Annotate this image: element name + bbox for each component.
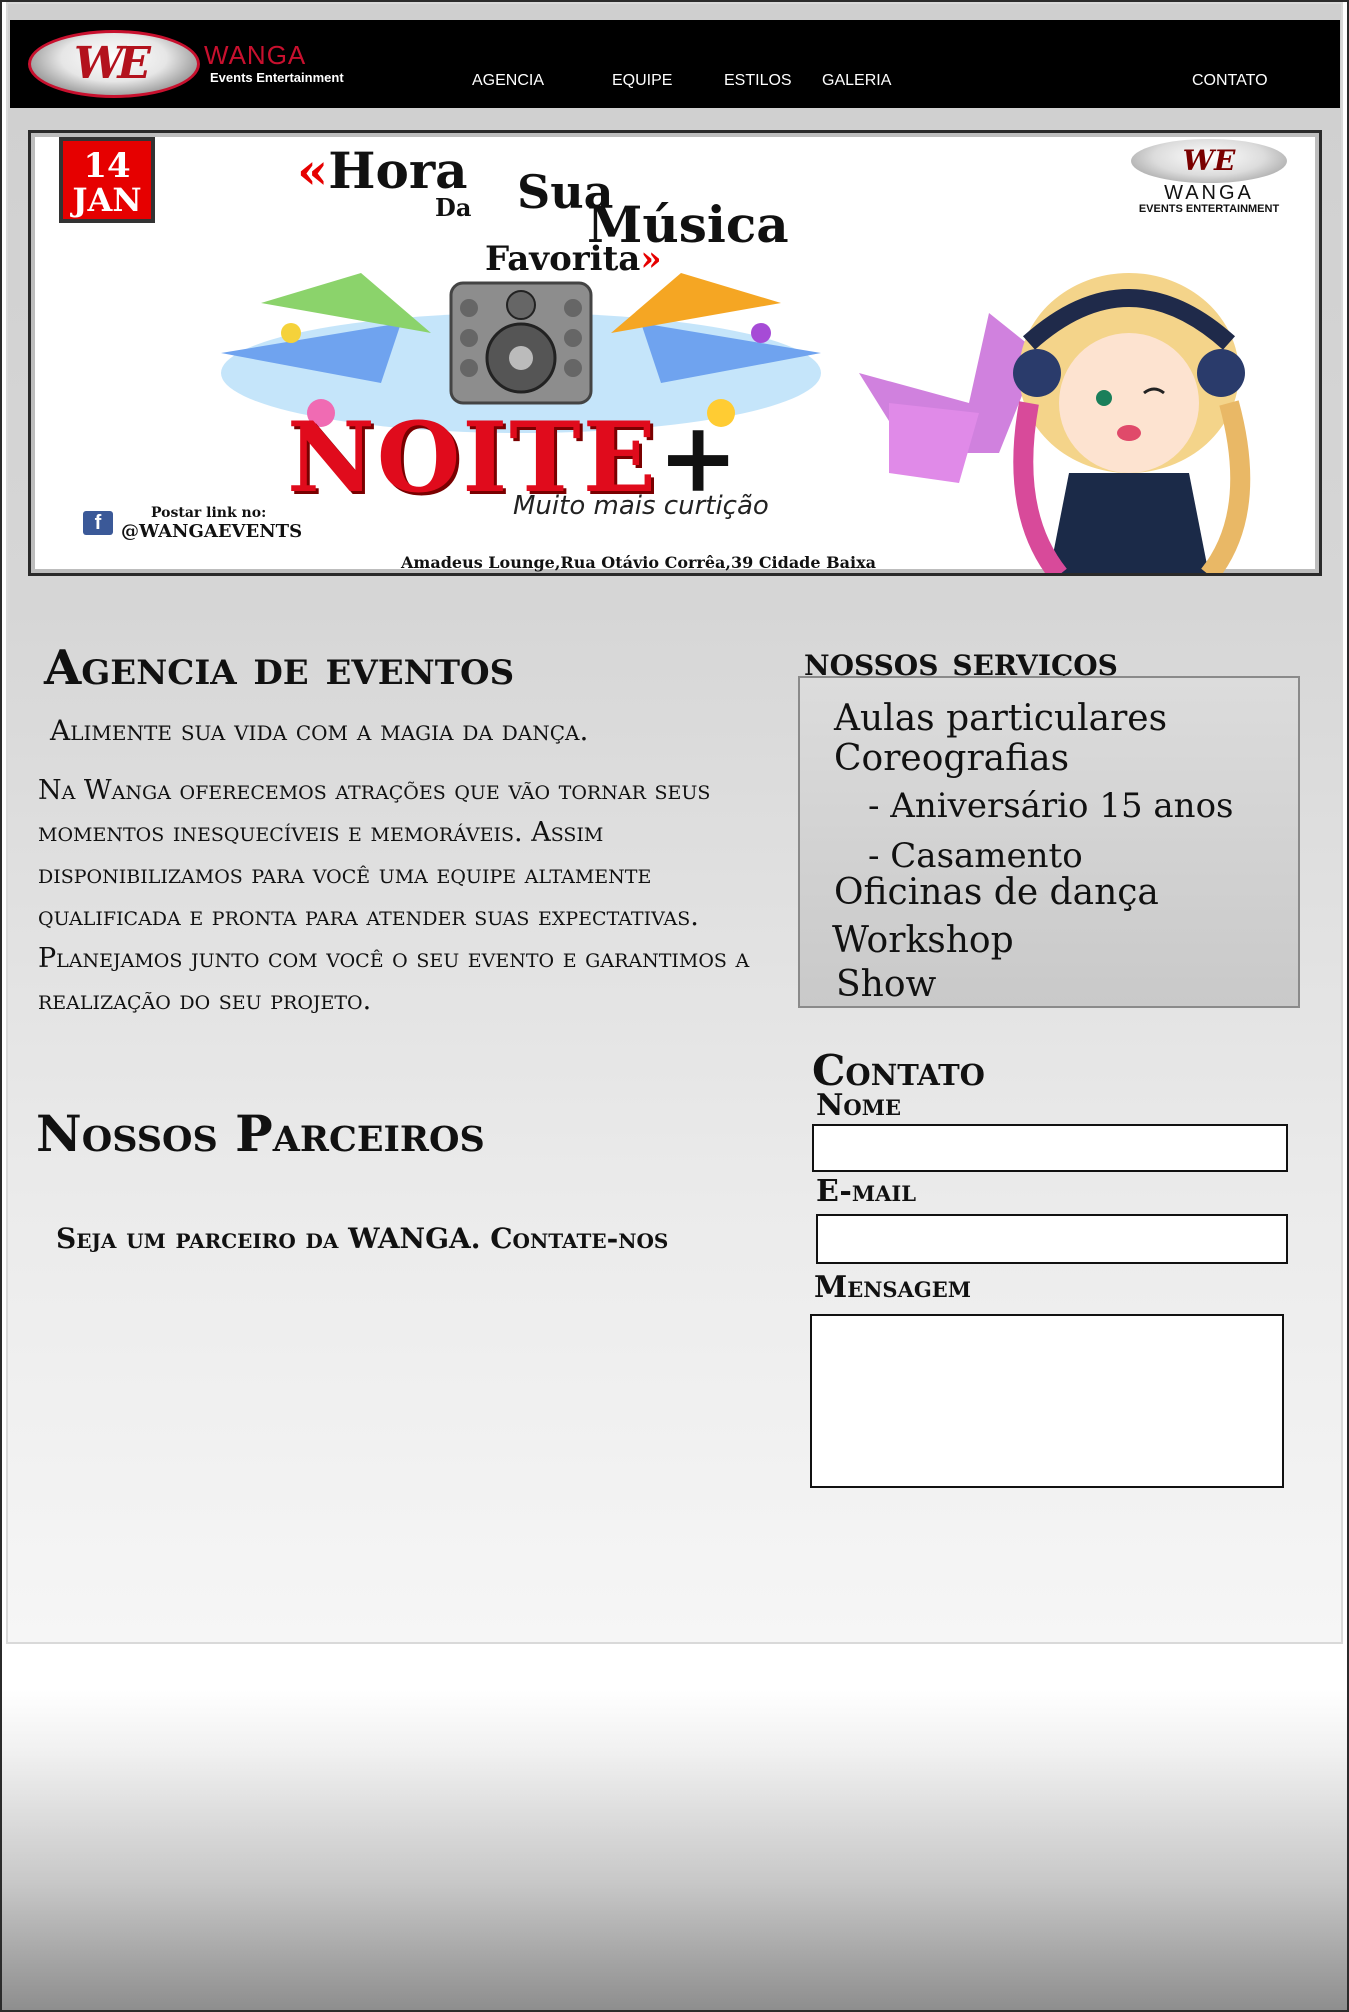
event-tagline: Muito mais curtição <box>513 491 769 521</box>
service-item: Workshop <box>832 920 1014 961</box>
facebook-post-label: Postar link no: <box>151 505 267 521</box>
message-label: Mensagem <box>814 1270 972 1305</box>
banner-logo: WE WANGA EVENTS ENTERTAINMENT <box>1129 139 1289 219</box>
headline-hora-text: Hora <box>328 141 468 200</box>
agency-tagline: Alimente sua vida com a magia da dança. <box>50 714 589 747</box>
logo-name: WANGA <box>204 40 307 70</box>
nav-contato[interactable]: CONTATO <box>1192 72 1268 90</box>
headline-hora: «Hora <box>297 141 468 200</box>
quote-open: « <box>297 141 329 200</box>
name-label: Nome <box>816 1088 901 1123</box>
footer-gradient <box>2 1690 1347 2010</box>
anime-dj-girl-illustration <box>859 273 1251 573</box>
top-navbar: WE WANGA Events Entertainment AGENCIA EQ… <box>10 20 1340 108</box>
headline-da: Da <box>435 193 472 222</box>
partners-cta[interactable]: Seja um parceiro da WANGA. Contate-nos <box>56 1222 668 1255</box>
nav-agencia[interactable]: AGENCIA <box>472 72 544 90</box>
nav-equipe[interactable]: EQUIPE <box>612 72 672 90</box>
agency-description: Na Wanga oferecemos atrações que vão tor… <box>38 775 750 1016</box>
date-badge: 14 JAN <box>59 137 155 223</box>
name-field[interactable] <box>812 1124 1288 1172</box>
service-item: Show <box>836 964 937 1005</box>
nav-galeria[interactable]: GALERIA <box>822 72 891 90</box>
logo-subtitle: Events Entertainment <box>210 70 344 85</box>
event-banner[interactable]: 14 JAN «Hora Da Sua Música Favorita» NOI… <box>28 130 1322 576</box>
services-list: Aulas particulares Coreografias - Aniver… <box>798 676 1300 1008</box>
logo-mark: WE <box>74 38 151 89</box>
banner-logo-mark: WE <box>1131 139 1287 183</box>
event-address: Amadeus Lounge,Rua Otávio Corrêa,39 Cida… <box>401 553 876 572</box>
service-item: Oficinas de dança <box>834 872 1159 913</box>
service-item: Aulas particulares <box>834 698 1168 739</box>
banner-logo-subtitle: EVENTS ENTERTAINMENT <box>1138 203 1280 215</box>
facebook-icon[interactable]: f <box>83 511 113 535</box>
facebook-handle[interactable]: @WANGAEVENTS <box>121 521 302 542</box>
message-field[interactable] <box>810 1314 1284 1488</box>
date-day: 14 <box>83 146 131 186</box>
service-item: Coreografias <box>834 738 1070 779</box>
agency-heading: Agencia de eventos <box>44 640 515 696</box>
service-subitem: - Casamento <box>868 836 1083 876</box>
service-subitem: - Aniversário 15 anos <box>868 786 1234 826</box>
partners-heading: Nossos Parceiros <box>36 1104 485 1163</box>
wanga-logo[interactable]: WE WANGA Events Entertainment <box>28 28 368 102</box>
nav-estilos[interactable]: ESTILOS <box>724 72 792 90</box>
email-field[interactable] <box>816 1214 1288 1264</box>
date-month: JAN <box>72 181 142 219</box>
banner-logo-name: WANGA <box>1164 182 1254 204</box>
email-label: E-mail <box>816 1174 917 1209</box>
